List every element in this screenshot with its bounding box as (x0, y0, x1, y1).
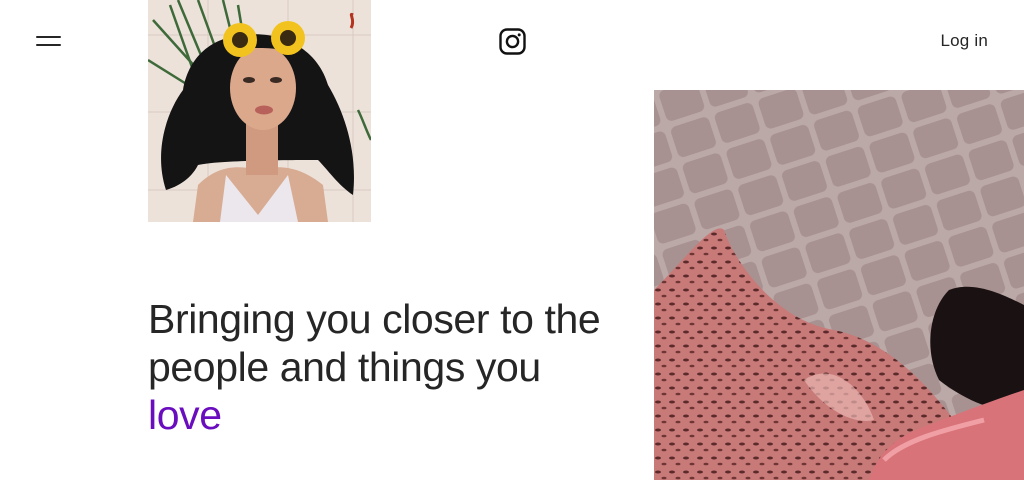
menu-line (36, 36, 61, 38)
portrait-image (148, 0, 371, 222)
instagram-logo-icon[interactable] (499, 28, 526, 55)
hero-headline-text: Bringing you closer to the people and th… (148, 296, 601, 390)
hero-headline-accent: love (148, 392, 222, 438)
login-link[interactable]: Log in (940, 31, 988, 51)
menu-button[interactable] (36, 33, 63, 51)
street-photo-image (654, 90, 1024, 480)
menu-line (36, 44, 61, 46)
hero-headline: Bringing you closer to the people and th… (148, 295, 608, 439)
